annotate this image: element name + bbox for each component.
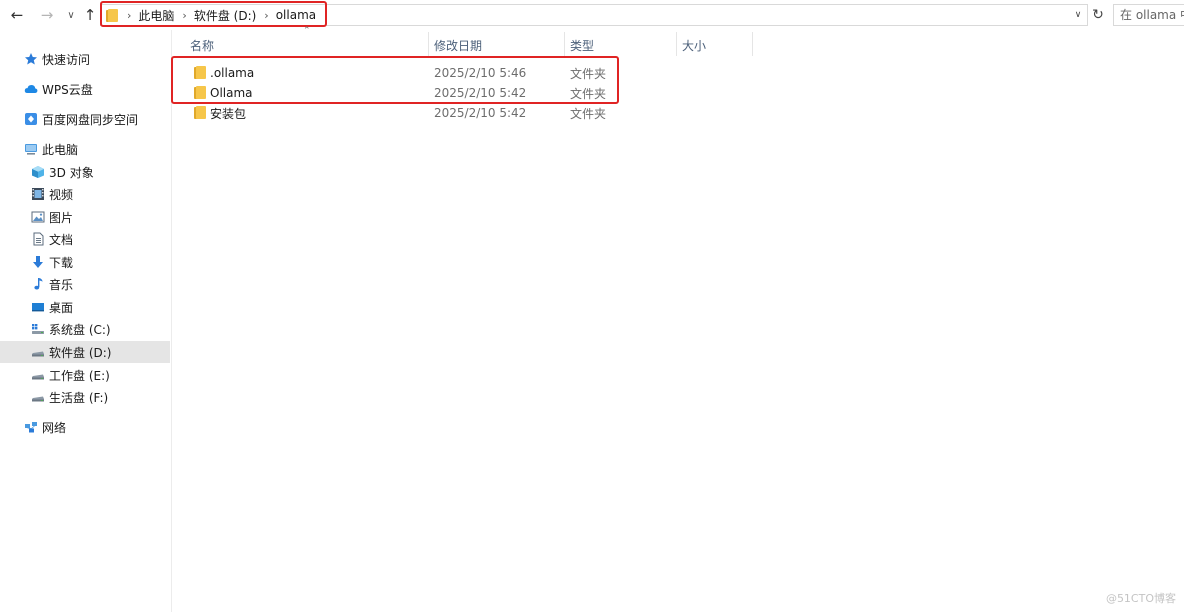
breadcrumb: › 此电脑 › 软件盘 (D:) › ollama bbox=[123, 5, 316, 25]
sidebar-item-this-pc[interactable]: 此电脑 bbox=[0, 138, 170, 160]
arrow-up-icon: ↑ bbox=[83, 6, 97, 24]
breadcrumb-drive-d[interactable]: 软件盘 (D:) bbox=[194, 7, 256, 24]
file-name: .ollama bbox=[210, 66, 255, 80]
arrow-left-icon: ← bbox=[10, 6, 24, 24]
column-divider[interactable] bbox=[752, 32, 753, 56]
star-icon bbox=[24, 52, 38, 66]
chevron-down-icon: ∨ bbox=[1074, 10, 1082, 20]
chevron-right-icon[interactable]: › bbox=[264, 9, 268, 22]
file-type: 文件夹 bbox=[570, 106, 607, 121]
file-row[interactable]: Ollama 2025/2/10 5:42 文件夹 bbox=[188, 83, 618, 103]
breadcrumb-ollama[interactable]: ollama bbox=[276, 8, 316, 22]
sidebar-item-label: 工作盘 (E:) bbox=[49, 368, 110, 383]
sidebar-item-music[interactable]: 音乐 bbox=[0, 273, 170, 295]
sidebar-item-desktop[interactable]: 桌面 bbox=[0, 296, 170, 318]
search-input[interactable] bbox=[1114, 5, 1184, 25]
sidebar-item-drive-d[interactable]: 软件盘 (D:) bbox=[0, 341, 170, 363]
sidebar-item-label: 生活盘 (F:) bbox=[49, 390, 109, 405]
sidebar-item-label: 文档 bbox=[49, 232, 74, 247]
up-button[interactable]: ↑ bbox=[80, 5, 100, 25]
drive-icon bbox=[31, 345, 45, 359]
computer-icon bbox=[24, 142, 38, 156]
column-header-type[interactable]: 类型 bbox=[570, 34, 594, 56]
drive-icon bbox=[31, 390, 45, 404]
folder-icon bbox=[194, 86, 206, 99]
file-type: 文件夹 bbox=[570, 86, 607, 101]
back-button[interactable]: ← bbox=[7, 5, 27, 25]
sidebar-item-label: 快速访问 bbox=[42, 52, 91, 67]
sidebar-item-label: 图片 bbox=[49, 210, 74, 225]
sidebar-item-label: 视频 bbox=[49, 187, 74, 202]
file-type: 文件夹 bbox=[570, 66, 607, 81]
file-date: 2025/2/10 5:42 bbox=[434, 106, 527, 120]
file-row[interactable]: 安装包 2025/2/10 5:42 文件夹 bbox=[188, 103, 618, 123]
cloud-icon bbox=[24, 82, 38, 96]
chevron-down-icon: ∨ bbox=[67, 9, 75, 21]
address-bar[interactable]: › 此电脑 › 软件盘 (D:) › ollama ∨ bbox=[100, 4, 1088, 26]
folder-icon bbox=[194, 106, 206, 119]
refresh-icon: ↻ bbox=[1092, 7, 1104, 23]
sidebar-item-downloads[interactable]: 下载 bbox=[0, 251, 170, 273]
sidebar-item-videos[interactable]: 视频 bbox=[0, 183, 170, 205]
file-name: Ollama bbox=[210, 86, 253, 100]
navigation-bar: ← → ∨ ↑ › 此电脑 › 软件盘 (D:) › ollama ∨ ↻ bbox=[0, 0, 1184, 30]
search-box[interactable] bbox=[1113, 4, 1184, 26]
address-dropdown-button[interactable]: ∨ bbox=[1071, 5, 1085, 25]
sidebar-item-label: WPS云盘 bbox=[42, 82, 93, 97]
sidebar-item-drive-e[interactable]: 工作盘 (E:) bbox=[0, 364, 170, 386]
sidebar-item-wps-cloud[interactable]: WPS云盘 bbox=[0, 78, 170, 100]
document-icon bbox=[31, 232, 45, 246]
sidebar-item-quick-access[interactable]: 快速访问 bbox=[0, 48, 170, 70]
refresh-button[interactable]: ↻ bbox=[1088, 4, 1108, 26]
sidebar-item-pictures[interactable]: 图片 bbox=[0, 206, 170, 228]
sidebar-item-documents[interactable]: 文档 bbox=[0, 228, 170, 250]
column-divider[interactable] bbox=[564, 32, 565, 56]
picture-icon bbox=[31, 210, 45, 224]
sidebar-item-label: 下载 bbox=[49, 255, 74, 270]
sidebar-item-drive-f[interactable]: 生活盘 (F:) bbox=[0, 386, 170, 408]
baidu-sync-icon bbox=[24, 112, 38, 126]
sidebar-item-label: 3D 对象 bbox=[49, 165, 94, 180]
sidebar-item-label: 桌面 bbox=[49, 300, 74, 315]
file-name: 安装包 bbox=[210, 106, 247, 121]
sidebar-item-label: 此电脑 bbox=[42, 142, 79, 157]
sidebar-item-baidu-sync[interactable]: 百度网盘同步空间 bbox=[0, 108, 170, 130]
column-divider[interactable] bbox=[428, 32, 429, 56]
sidebar-item-label: 音乐 bbox=[49, 277, 74, 292]
download-icon bbox=[31, 255, 45, 269]
music-icon bbox=[31, 277, 45, 291]
forward-button[interactable]: → bbox=[37, 5, 57, 25]
column-header-date[interactable]: 修改日期 bbox=[434, 34, 482, 56]
watermark: @51CTO博客 bbox=[1105, 592, 1176, 605]
folder-icon bbox=[194, 66, 206, 79]
chevron-right-icon: › bbox=[127, 8, 132, 22]
sidebar-item-3d-objects[interactable]: 3D 对象 bbox=[0, 161, 170, 183]
sidebar-item-label: 系统盘 (C:) bbox=[49, 322, 111, 337]
desktop-icon bbox=[31, 300, 45, 314]
navigation-pane: 快速访问 WPS云盘 百度网盘同步空间 此电脑 3D 对象 视频 图片 文档 下… bbox=[0, 30, 172, 612]
column-divider[interactable] bbox=[676, 32, 677, 56]
sidebar-item-drive-c[interactable]: 系统盘 (C:) bbox=[0, 318, 170, 340]
folder-icon bbox=[106, 9, 118, 22]
film-icon bbox=[31, 187, 45, 201]
column-header-name[interactable]: 名称 bbox=[190, 34, 214, 56]
sort-up-icon: ⌃ bbox=[303, 26, 311, 36]
chevron-right-icon[interactable]: › bbox=[182, 9, 186, 22]
drive-icon bbox=[31, 368, 45, 382]
cube-icon bbox=[31, 165, 45, 179]
system-drive-icon bbox=[31, 322, 45, 336]
sidebar-item-network[interactable]: 网络 bbox=[0, 416, 170, 438]
file-row[interactable]: .ollama 2025/2/10 5:46 文件夹 bbox=[188, 63, 618, 83]
file-date: 2025/2/10 5:42 bbox=[434, 86, 527, 100]
sidebar-item-label: 软件盘 (D:) bbox=[49, 345, 112, 360]
arrow-right-icon: → bbox=[40, 6, 54, 24]
sidebar-item-label: 网络 bbox=[42, 420, 67, 435]
network-icon bbox=[24, 420, 38, 434]
file-list-view: ⌃ 名称 修改日期 类型 大小 .ollama 2025/2/10 5:46 文… bbox=[171, 26, 1184, 612]
breadcrumb-this-pc[interactable]: 此电脑 bbox=[138, 7, 174, 24]
sidebar-item-label: 百度网盘同步空间 bbox=[42, 112, 139, 127]
column-header-size[interactable]: 大小 bbox=[682, 34, 706, 56]
file-date: 2025/2/10 5:46 bbox=[434, 66, 527, 80]
recent-locations-button[interactable]: ∨ bbox=[61, 5, 81, 25]
